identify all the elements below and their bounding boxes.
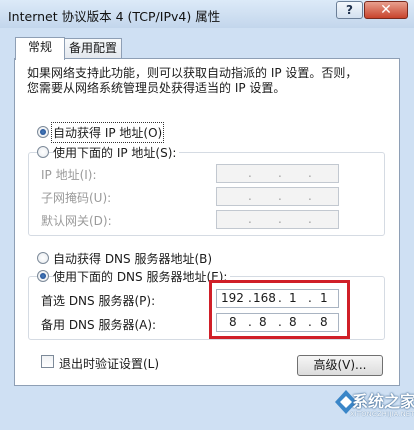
auto-ip-radio[interactable]: [37, 126, 49, 138]
title-bar: Internet 协议版本 4 (TCP/IPv4) 属性 ? ✕: [0, 0, 414, 28]
ip-address-label: IP 地址(I):: [41, 168, 97, 182]
subnet-mask-input: . . .: [216, 187, 339, 206]
manual-ip-label[interactable]: 使用下面的 IP 地址(S):: [53, 144, 180, 161]
window-title: Internet 协议版本 4 (TCP/IPv4) 属性: [8, 9, 221, 24]
watermark-url: XITONGZHIJIA.NET: [350, 410, 414, 418]
advanced-button[interactable]: 高级(V)...: [297, 355, 383, 376]
help-button[interactable]: ?: [336, 1, 363, 19]
description-text: 如果网络支持此功能，则可以获取自动指派的 IP 设置。否则， 您需要从网络系统管…: [27, 66, 357, 96]
close-button[interactable]: ✕: [364, 1, 408, 19]
subnet-mask-label: 子网掩码(U):: [41, 191, 112, 205]
manual-dns-radio[interactable]: [37, 270, 49, 282]
default-gateway-label: 默认网关(D):: [41, 214, 112, 228]
watermark-brand: 系统之家: [352, 392, 414, 411]
dns-highlight-box: [209, 280, 350, 339]
validate-on-exit-checkbox[interactable]: [41, 355, 54, 368]
tab-alternate-configuration[interactable]: 备用配置: [64, 38, 122, 58]
alternate-dns-label: 备用 DNS 服务器(A):: [41, 318, 157, 332]
auto-ip-label[interactable]: 自动获得 IP 地址(O): [50, 122, 165, 143]
auto-dns-label[interactable]: 自动获得 DNS 服务器地址(B): [53, 250, 212, 267]
description-line-1: 如果网络支持此功能，则可以获取自动指派的 IP 设置。否则，: [27, 66, 358, 80]
validate-on-exit-label[interactable]: 退出时验证设置(L): [59, 355, 159, 372]
auto-dns-radio[interactable]: [37, 252, 49, 264]
preferred-dns-label: 首选 DNS 服务器(P):: [41, 294, 156, 308]
ip-address-input: . . .: [216, 164, 339, 183]
default-gateway-input: . . .: [216, 210, 339, 229]
description-line-2: 您需要从网络系统管理员处获得适当的 IP 设置。: [27, 81, 286, 95]
manual-dns-label[interactable]: 使用下面的 DNS 服务器地址(E):: [53, 268, 231, 285]
tab-general[interactable]: 常规: [15, 37, 65, 60]
manual-ip-radio[interactable]: [37, 146, 49, 158]
